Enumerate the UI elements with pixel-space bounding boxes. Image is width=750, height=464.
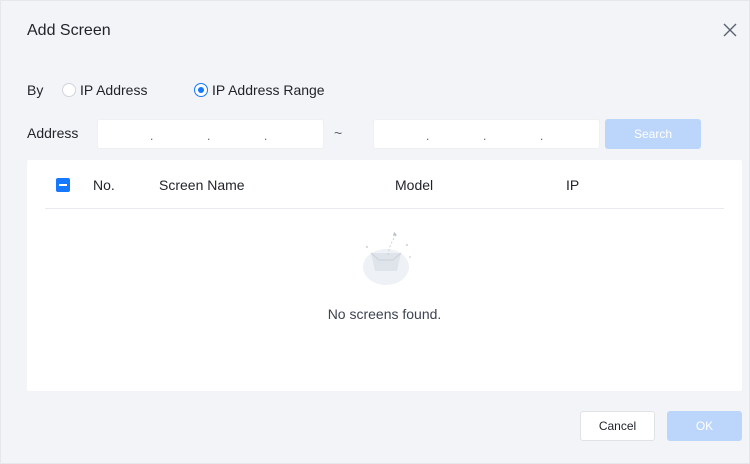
select-all-checkbox[interactable] xyxy=(56,178,70,192)
ip-dot: . xyxy=(483,129,487,143)
table-header: No. Screen Name Model IP xyxy=(45,160,724,209)
ip-start-input[interactable]: . . . xyxy=(97,119,324,149)
radio-ip-address-range[interactable]: IP Address Range xyxy=(194,80,325,100)
range-separator: ~ xyxy=(334,125,343,141)
ip-dot: . xyxy=(426,129,430,143)
radio-ip-address[interactable]: IP Address xyxy=(62,80,147,100)
by-row: By IP Address IP Address Range xyxy=(27,80,427,100)
ip-end-input[interactable]: . . . xyxy=(373,119,600,149)
ok-button[interactable]: OK xyxy=(667,411,742,441)
column-screen-name: Screen Name xyxy=(159,177,245,193)
radio-circle-checked xyxy=(194,83,208,97)
ip-dot: . xyxy=(264,129,268,143)
radio-label: IP Address xyxy=(80,82,148,98)
radio-circle xyxy=(62,83,76,97)
column-ip: IP xyxy=(566,177,580,193)
screen-table: No. Screen Name Model IP No screens foun… xyxy=(27,160,742,391)
ip-dot: . xyxy=(540,129,544,143)
column-model: Model xyxy=(395,177,434,193)
ip-dot: . xyxy=(150,129,154,143)
close-icon[interactable] xyxy=(720,20,740,40)
ip-dot: . xyxy=(207,129,211,143)
add-screen-dialog: Add Screen By IP Address IP Address Rang… xyxy=(0,0,750,464)
column-no: No. xyxy=(93,177,115,193)
dialog-header: Add Screen xyxy=(1,1,749,55)
address-row: Address . . . ~ . . . Search xyxy=(27,119,727,149)
empty-box-icon xyxy=(351,227,421,285)
radio-label: IP Address Range xyxy=(212,82,325,98)
cancel-button[interactable]: Cancel xyxy=(580,411,655,441)
by-label: By xyxy=(27,82,44,98)
address-label: Address xyxy=(27,125,79,141)
search-button[interactable]: Search xyxy=(605,119,701,149)
empty-state-text: No screens found. xyxy=(327,306,442,322)
dialog-title: Add Screen xyxy=(27,22,111,39)
